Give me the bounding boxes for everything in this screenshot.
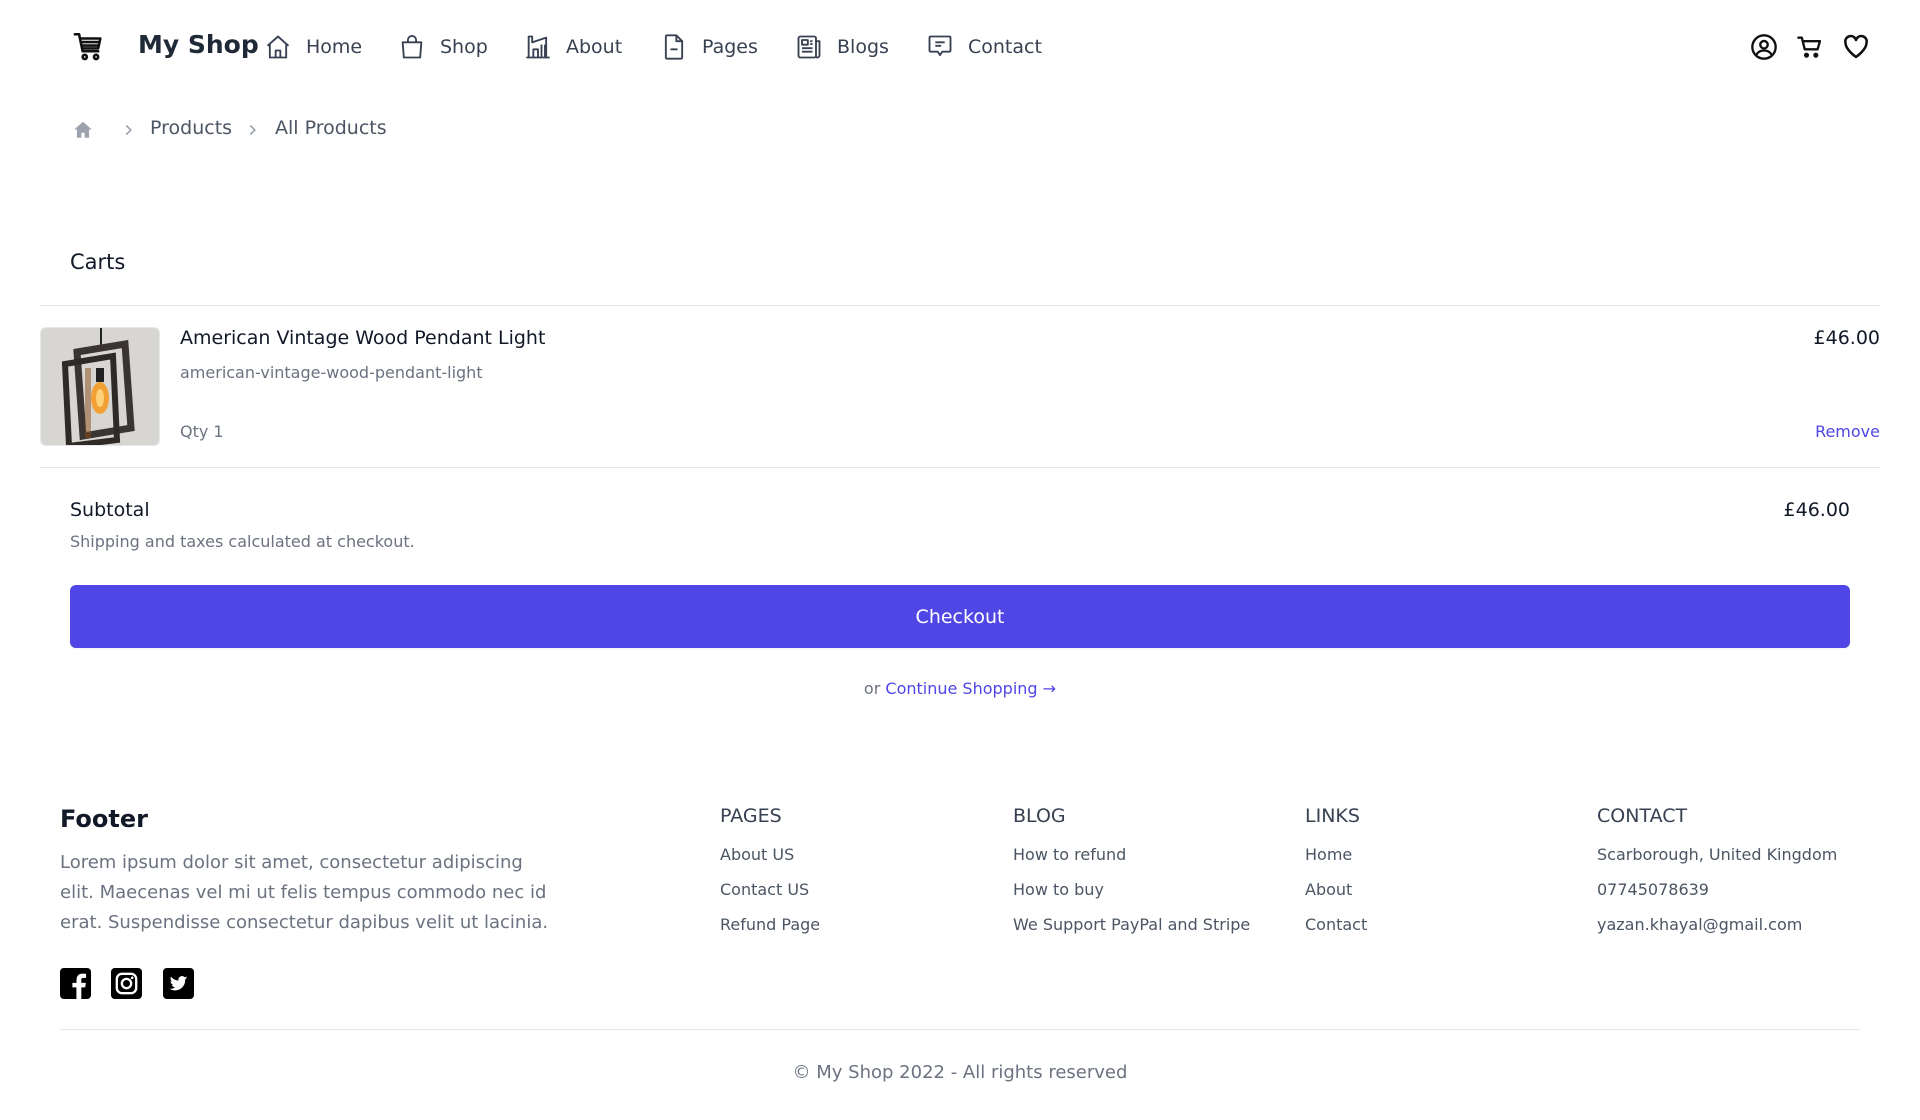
nav-blogs-label: Blogs <box>837 36 889 58</box>
breadcrumb-home-icon[interactable] <box>72 119 94 141</box>
footer-link[interactable]: About <box>1305 880 1352 899</box>
breadcrumb-all-products[interactable]: All Products <box>275 117 387 139</box>
instagram-icon[interactable] <box>111 968 142 999</box>
contact-email[interactable]: yazan.khayal@gmail.com <box>1597 915 1802 934</box>
remove-button[interactable]: Remove <box>1815 422 1880 441</box>
chevron-right-icon <box>120 119 138 141</box>
nav-home[interactable]: Home <box>264 29 362 65</box>
newspaper-icon <box>797 35 821 59</box>
footer-title: Footer <box>60 805 148 833</box>
footer-heading: PAGES <box>720 805 782 827</box>
nav-shop-label: Shop <box>440 36 488 58</box>
footer-heading: BLOG <box>1013 805 1066 827</box>
cart-icon[interactable] <box>1796 33 1824 61</box>
building-icon <box>526 35 550 59</box>
nav-about[interactable]: About <box>524 29 622 65</box>
nav-home-label: Home <box>306 36 363 58</box>
footer-heading: LINKS <box>1305 805 1360 827</box>
footer-link[interactable]: How to buy <box>1013 880 1104 899</box>
twitter-icon[interactable] <box>163 968 194 999</box>
footer-link[interactable]: Refund Page <box>720 915 820 934</box>
nav-blogs[interactable]: Blogs <box>795 29 889 65</box>
footer-divider <box>60 1029 1860 1030</box>
footer-link[interactable]: How to refund <box>1013 845 1126 864</box>
user-account-icon[interactable] <box>1750 33 1778 61</box>
nav-pages[interactable]: Pages <box>660 29 758 65</box>
footer-link[interactable]: Contact <box>1305 915 1367 934</box>
footer-heading: CONTACT <box>1597 805 1688 827</box>
subtotal-label: Subtotal <box>70 499 150 521</box>
nav-shop[interactable]: Shop <box>398 29 488 65</box>
shipping-note: Shipping and taxes calculated at checkou… <box>70 532 415 551</box>
product-price: £46.00 <box>1813 327 1880 349</box>
footer-description: Lorem ipsum dolor sit amet, consectetur … <box>60 852 549 933</box>
brand-name[interactable]: My Shop <box>138 30 259 59</box>
subtotal-value: £46.00 <box>1783 499 1850 521</box>
shopping-bag-icon <box>401 35 423 59</box>
continue-shopping-link[interactable]: Continue Shopping → <box>885 679 1056 698</box>
wishlist-heart-icon[interactable] <box>1842 33 1870 61</box>
cart-title: Carts <box>70 250 126 274</box>
copyright: © My Shop 2022 - All rights reserved <box>792 1062 1128 1083</box>
checkout-button[interactable]: Checkout <box>70 585 1850 648</box>
product-image[interactable] <box>40 327 160 446</box>
facebook-icon[interactable] <box>60 968 91 999</box>
logo-cart-icon[interactable] <box>72 30 106 64</box>
continue-shopping-row: or Continue Shopping → <box>0 679 1920 698</box>
nav-contact[interactable]: Contact <box>926 29 1042 65</box>
breadcrumb-products[interactable]: Products <box>150 117 232 139</box>
footer-link[interactable]: We Support PayPal and Stripe <box>1013 915 1250 934</box>
document-icon <box>664 34 684 60</box>
divider <box>40 467 1880 468</box>
contact-phone[interactable]: 07745078639 <box>1597 880 1709 899</box>
product-quantity: Qty 1 <box>180 422 224 441</box>
nav-contact-label: Contact <box>968 36 1042 58</box>
chevron-right-icon <box>244 119 262 141</box>
home-icon <box>266 35 290 59</box>
product-slug: american-vintage-wood-pendant-light <box>180 363 483 382</box>
footer-link[interactable]: Contact US <box>720 880 809 899</box>
product-name[interactable]: American Vintage Wood Pendant Light <box>180 327 545 349</box>
divider <box>40 305 1880 306</box>
continue-prefix: or <box>863 679 881 698</box>
contact-address: Scarborough, United Kingdom <box>1597 845 1838 864</box>
footer-link[interactable]: About US <box>720 845 794 864</box>
nav-pages-label: Pages <box>702 36 758 58</box>
chat-bubble-icon <box>928 35 952 57</box>
footer-link[interactable]: Home <box>1305 845 1352 864</box>
nav-about-label: About <box>566 36 623 58</box>
